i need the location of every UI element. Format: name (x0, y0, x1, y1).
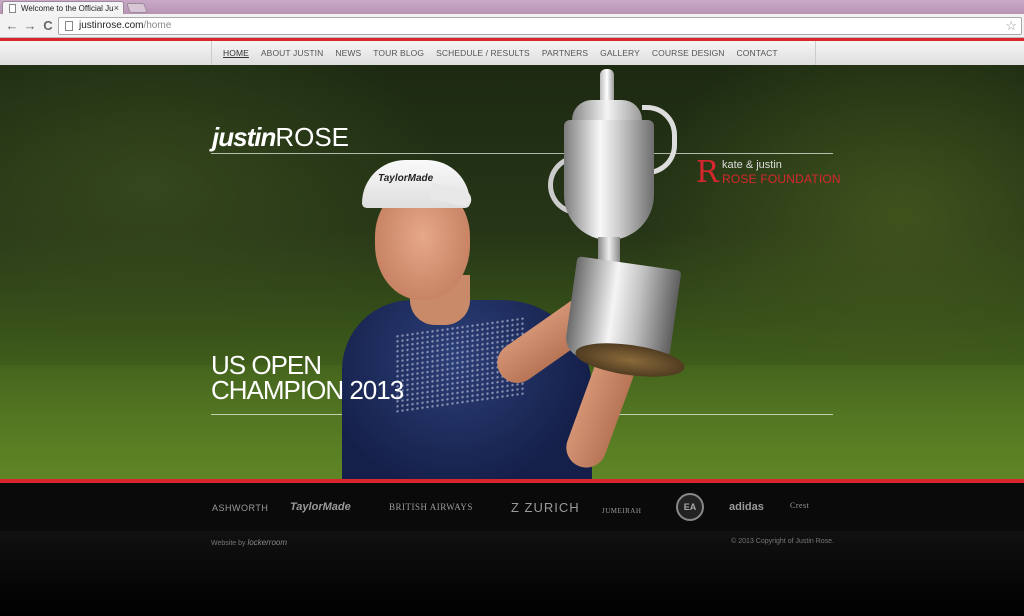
nav-item-course-design[interactable]: COURSE DESIGN (652, 48, 725, 58)
trophy-figure (600, 69, 614, 103)
foundation-r-icon: R (696, 155, 719, 190)
nav-item-contact[interactable]: CONTACT (737, 48, 778, 58)
bookmark-star-icon[interactable]: ☆ (1005, 18, 1017, 34)
url-text: justinrose.com/home (79, 20, 172, 31)
partner-adidas[interactable]: adidas (729, 501, 764, 513)
forward-icon[interactable]: → (22, 18, 38, 34)
website-credit: Website by lockerroom (211, 538, 288, 547)
nav-item-partners[interactable]: PARTNERS (542, 48, 588, 58)
partner-taylormade[interactable]: TaylorMade (290, 501, 351, 513)
hero-top-divider (211, 153, 833, 154)
copyright-text: © 2013 Copyright of Justin Rose. (731, 538, 834, 545)
site-footer: Website by lockerroom © 2013 Copyright o… (0, 531, 1024, 616)
nav-menu: HOME ABOUT JUSTIN NEWS TOUR BLOG SCHEDULE / … (211, 41, 816, 65)
site-navigation: HOME ABOUT JUSTIN NEWS TOUR BLOG SCHEDULE / … (0, 41, 1024, 65)
nav-item-about-justin[interactable]: ABOUT JUSTIN (261, 48, 323, 58)
trophy-lid (572, 100, 642, 122)
lockerroom-link[interactable]: lockerroom (247, 538, 287, 547)
partners-bar: ASHWORTH TaylorMade BRITISH AIRWAYS Z ZU… (0, 483, 1024, 531)
site-logo[interactable]: justinROSE (212, 122, 349, 153)
trophy-image (548, 65, 730, 395)
nav-item-schedule-results[interactable]: SCHEDULE / RESULTS (436, 48, 530, 58)
browser-tab-bar: Welcome to the Official Ju × (0, 0, 1024, 14)
nav-item-gallery[interactable]: GALLERY (600, 48, 640, 58)
partner-ashworth[interactable]: ASHWORTH (212, 503, 268, 513)
page-icon (65, 21, 73, 31)
hero-banner: justinROSE TaylorMade R kate & justin RO… (0, 65, 1024, 479)
tab-title: Welcome to the Official Ju (21, 4, 114, 13)
partner-british-airways[interactable]: BRITISH AIRWAYS (389, 502, 473, 512)
hero-headline: US OPEN CHAMPION 2013 (211, 352, 404, 405)
new-tab-button[interactable] (126, 3, 148, 13)
partner-ea-sports[interactable]: EA (676, 493, 704, 521)
cap-logo: TaylorMade (378, 173, 434, 184)
foundation-line2: ROSE FOUNDATION (722, 172, 841, 186)
partner-zurich[interactable]: Z ZURICH (511, 500, 580, 515)
nav-item-news[interactable]: NEWS (335, 48, 361, 58)
trophy-cup (564, 120, 654, 240)
partner-crest[interactable]: Crest (790, 501, 809, 510)
nav-item-home[interactable]: HOME (223, 48, 249, 58)
browser-tab[interactable]: Welcome to the Official Ju × (2, 1, 124, 14)
partner-jumeirah[interactable]: JUMEIRAH (602, 507, 641, 515)
reload-icon[interactable]: C (40, 18, 56, 34)
close-icon[interactable]: × (114, 3, 119, 13)
headline-line2: CHAMPION 2013 (211, 375, 404, 405)
nav-item-tour-blog[interactable]: TOUR BLOG (373, 48, 424, 58)
address-bar[interactable]: justinrose.com/home ☆ (58, 17, 1022, 35)
browser-toolbar: ← → C justinrose.com/home ☆ (0, 14, 1024, 38)
page-icon (9, 4, 16, 13)
foundation-line1: kate & justin (722, 159, 782, 171)
back-icon[interactable]: ← (4, 18, 20, 34)
